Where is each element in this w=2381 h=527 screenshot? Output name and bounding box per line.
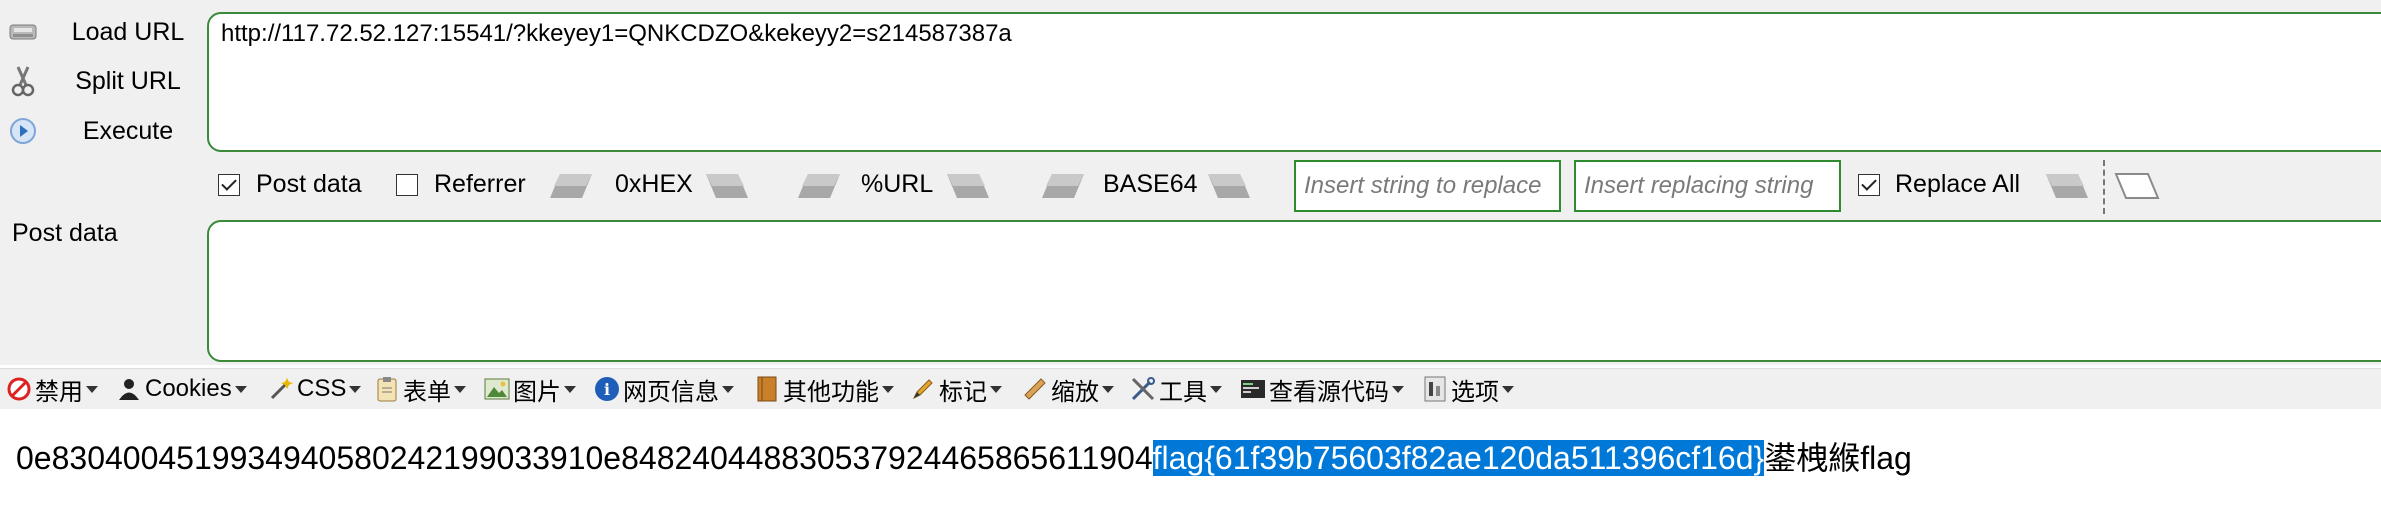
url-encode-arrow-icon[interactable] — [945, 172, 991, 200]
hex-decode-arrow-icon[interactable] — [548, 172, 594, 200]
chevron-down-icon — [990, 385, 1002, 393]
url-encode-label: %URL — [861, 170, 934, 198]
toolbar-info-label: 网页信息 — [623, 378, 719, 406]
base64-label: BASE64 — [1103, 170, 1198, 198]
scissors-icon — [8, 66, 38, 97]
url-decode-arrow-icon[interactable] — [796, 172, 842, 200]
base64-encode-arrow-icon[interactable] — [1206, 172, 1252, 200]
replacing-string-input[interactable]: Insert replacing string — [1574, 160, 1841, 212]
chevron-down-icon — [1392, 385, 1404, 393]
load-url-icon — [8, 17, 38, 47]
post-data-section-label: Post data — [12, 219, 118, 247]
toolbar-images[interactable]: 图片 — [484, 371, 576, 407]
misc-book-icon — [754, 376, 780, 402]
toolbar-info[interactable]: i 网页信息 — [594, 371, 734, 407]
toolbar-outline-label: 标记 — [939, 378, 987, 406]
clipboard-icon — [374, 376, 400, 402]
play-icon — [8, 116, 38, 146]
source-code-icon — [1240, 376, 1266, 402]
toolbar-misc[interactable]: 其他功能 — [754, 371, 894, 407]
image-icon — [484, 376, 510, 402]
chevron-down-icon — [349, 385, 362, 393]
tools-icon — [1130, 376, 1156, 402]
toolbar-outline[interactable]: 标记 — [910, 371, 1002, 407]
toolbar-forms-label: 表单 — [403, 378, 451, 406]
info-icon: i — [594, 376, 620, 402]
toolbar-css[interactable]: CSS — [268, 371, 362, 407]
toolbar-resize[interactable]: 缩放 — [1022, 371, 1114, 407]
chevron-down-icon — [1102, 385, 1114, 393]
chevron-down-icon — [234, 385, 247, 393]
ruler-icon — [1022, 376, 1048, 402]
replace-all-checkbox[interactable] — [1858, 174, 1880, 196]
output-hash-text: 0e8304004519934940580242199033910e848240… — [16, 440, 1153, 476]
base64-decode-arrow-icon[interactable] — [1040, 172, 1086, 200]
url-input[interactable]: http://117.72.52.127:15541/?kkeyey1=QNKC… — [207, 12, 2381, 152]
options-icon — [1422, 376, 1448, 402]
toolbar-options-label: 选项 — [1451, 378, 1499, 406]
options-separator — [2103, 160, 2105, 214]
output-suffix-text: 鍙栧緱flag — [1764, 440, 1912, 476]
toolbar-disable-label: 禁用 — [35, 378, 83, 406]
svg-text:i: i — [604, 380, 610, 399]
page-output: 0e8304004519934940580242199033910e848240… — [16, 433, 1912, 479]
toolbar-misc-label: 其他功能 — [783, 378, 879, 406]
replace-reverse-arrow-icon[interactable] — [2114, 172, 2160, 200]
toolbar-tools[interactable]: 工具 — [1130, 371, 1222, 407]
webdev-toolbar: 禁用 Cookies CSS 表单 图片 i 网页信息 其他功能 标记 缩放 工… — [0, 368, 2381, 409]
options-row: Post data Referrer 0xHEX %URL BASE64 Ins… — [0, 160, 2381, 214]
chevron-down-icon — [454, 385, 466, 393]
execute-label: Execute — [82, 117, 174, 145]
selected-flag-text: flag{61f39b75603f82ae120da511396cf16d} — [1152, 440, 1765, 476]
hex-encode-arrow-icon[interactable] — [704, 172, 750, 200]
chevron-down-icon — [86, 385, 98, 393]
css-wand-icon — [268, 376, 294, 402]
chevron-down-icon — [722, 385, 734, 393]
referrer-checkbox-label: Referrer — [434, 170, 526, 198]
split-url-label: Split URL — [75, 67, 181, 95]
post-data-input[interactable] — [207, 220, 2381, 362]
load-url-label: Load URL — [71, 18, 185, 46]
toolbar-cookies[interactable]: Cookies — [116, 371, 247, 407]
replace-string-input[interactable]: Insert string to replace — [1294, 160, 1561, 212]
toolbar-css-label: CSS — [297, 375, 347, 402]
replace-all-label: Replace All — [1895, 170, 2021, 198]
post-data-checkbox-label: Post data — [256, 170, 362, 198]
disable-icon — [6, 376, 32, 402]
referrer-checkbox[interactable] — [396, 174, 418, 196]
chevron-down-icon — [1210, 385, 1222, 393]
chevron-down-icon — [564, 385, 576, 393]
toolbar-resize-label: 缩放 — [1051, 378, 1099, 406]
toolbar-view-source-label: 查看源代码 — [1269, 378, 1389, 406]
toolbar-images-label: 图片 — [513, 378, 561, 406]
load-url-button[interactable]: Load URL — [0, 9, 205, 55]
pencil-icon — [910, 376, 936, 402]
toolbar-disable[interactable]: 禁用 — [6, 371, 98, 407]
replace-arrow-icon[interactable] — [2044, 172, 2090, 200]
url-input-value: http://117.72.52.127:15541/?kkeyey1=QNKC… — [221, 20, 1012, 47]
cookie-person-icon — [116, 376, 142, 402]
post-data-checkbox[interactable] — [218, 174, 240, 196]
hex-label: 0xHEX — [615, 170, 693, 198]
toolbar-tools-label: 工具 — [1159, 378, 1207, 406]
toolbar-view-source[interactable]: 查看源代码 — [1240, 371, 1404, 407]
chevron-down-icon — [1502, 385, 1514, 393]
chevron-down-icon — [882, 385, 894, 393]
toolbar-forms[interactable]: 表单 — [374, 371, 466, 407]
toolbar-options[interactable]: 选项 — [1422, 371, 1514, 407]
hackbar-panel: Load URL Split URL Execute http://117.72… — [0, 0, 2381, 365]
execute-button[interactable]: Execute — [0, 108, 205, 154]
split-url-button[interactable]: Split URL — [0, 58, 205, 104]
toolbar-cookies-label: Cookies — [145, 375, 232, 402]
